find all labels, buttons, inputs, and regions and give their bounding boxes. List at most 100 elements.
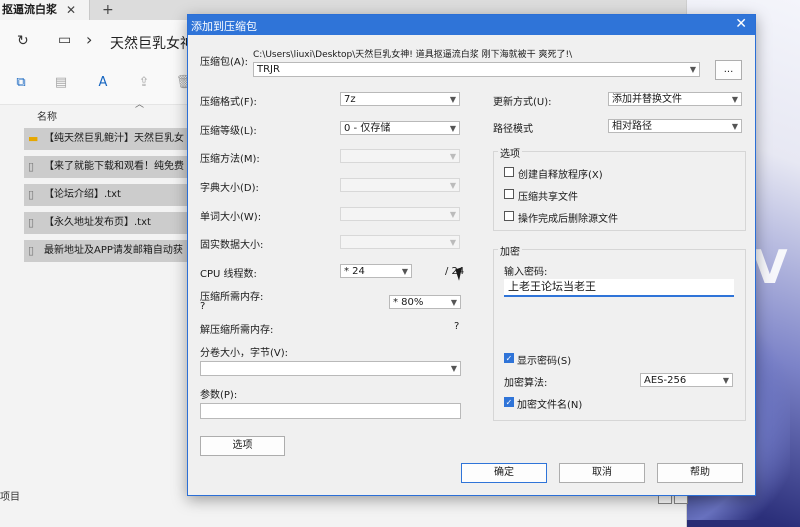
cpu-value: * 24 [344, 266, 365, 277]
method-select[interactable]: ▼ [340, 149, 460, 163]
chevron-down-icon: ▼ [449, 210, 456, 219]
format-select[interactable]: 7z ▼ [340, 92, 460, 106]
cpu-threads-select[interactable]: * 24 ▼ [340, 264, 412, 278]
encryption-method-select[interactable]: AES-256 ▼ [640, 373, 733, 387]
list-item[interactable]: ▬ 【纯天然巨乳鲍汁】天然巨乳女 [24, 128, 194, 150]
memory-value: * 80% [393, 297, 424, 308]
encryption-group-title: 加密 [498, 243, 522, 258]
dict-label: 字典大小(D): [200, 183, 259, 194]
word-select[interactable]: ▼ [340, 207, 460, 221]
decompress-memory-value: ? [454, 321, 460, 332]
params-label: 参数(P): [200, 390, 238, 401]
status-bar-text: 项目 [0, 492, 20, 503]
chevron-right-icon[interactable]: › [86, 30, 92, 49]
decompress-memory-label: 解压缩所需内存: [200, 325, 274, 336]
sort-arrow-icon: ︿ [135, 100, 145, 110]
sfx-checkbox[interactable] [504, 167, 514, 177]
delete-source-label[interactable]: 操作完成后删除源文件 [518, 210, 618, 225]
chevron-down-icon: ▼ [449, 181, 456, 190]
list-item[interactable]: ▯ 最新地址及APP请发邮箱自动获 [24, 240, 194, 262]
format-value: 7z [344, 94, 356, 105]
wallpaper-logo: V [752, 240, 788, 294]
list-item[interactable]: ▯ 【来了就能下载和观看！纯免费 [24, 156, 194, 178]
update-mode-select[interactable]: 添加并替换文件 ▼ [608, 92, 742, 106]
new-tab-icon[interactable]: + [102, 0, 114, 20]
file-icon: ▯ [28, 216, 35, 229]
dialog-title: 添加到压缩包 [191, 20, 257, 33]
shared-files-checkbox[interactable] [504, 189, 514, 199]
sfx-label[interactable]: 创建自释放程序(X) [518, 166, 603, 181]
memory-label: 压缩所需内存: [200, 292, 264, 303]
rename-icon[interactable]: A [94, 74, 112, 92]
file-icon: ▯ [28, 160, 35, 173]
delete-source-checkbox[interactable] [504, 211, 514, 221]
level-select[interactable]: 0 - 仅存储 ▼ [340, 121, 460, 135]
chevron-down-icon: ▼ [450, 298, 457, 307]
chevron-down-icon: ▼ [449, 95, 456, 104]
explorer-tab[interactable]: 抠逼流白浆 ✕ [0, 0, 90, 20]
tab-close-icon[interactable]: ✕ [66, 0, 76, 20]
share-icon[interactable]: ⇪ [135, 74, 153, 92]
copy-icon[interactable]: ⧉ [12, 74, 30, 92]
dict-select[interactable]: ▼ [340, 178, 460, 192]
show-password-checkbox[interactable]: ✓ [504, 353, 514, 363]
options-group-title: 选项 [498, 145, 522, 160]
method-label: 压缩方法(M): [200, 154, 260, 165]
chevron-down-icon: ▼ [449, 124, 456, 133]
list-item[interactable]: ▯ 【论坛介绍】.txt [24, 184, 194, 206]
file-name: 【纯天然巨乳鲍汁】天然巨乳女 [44, 133, 184, 144]
memory-usage-select[interactable]: * 80% ▼ [389, 295, 461, 309]
options-button[interactable]: 选项 [200, 436, 285, 456]
solid-label: 固实数据大小: [200, 240, 264, 251]
path-mode-label: 路径模式 [493, 124, 533, 135]
memory-question: ? [200, 301, 206, 312]
paste-icon[interactable]: ▤ [52, 74, 70, 92]
shared-files-label[interactable]: 压缩共享文件 [518, 188, 578, 203]
update-mode-value: 添加并替换文件 [612, 94, 682, 105]
help-button[interactable]: 帮助 [657, 463, 743, 483]
password-label: 输入密码: [504, 267, 548, 278]
archive-label: 压缩包(A): [200, 57, 249, 68]
chevron-down-icon[interactable]: ▼ [690, 63, 696, 77]
dialog-titlebar[interactable]: 添加到压缩包 ✕ [188, 15, 755, 35]
split-volume-label: 分卷大小，字节(V): [200, 348, 289, 359]
file-name: 【来了就能下载和观看！纯免费 [44, 161, 184, 172]
password-input[interactable]: 上老王论坛当老王 [504, 279, 734, 297]
solid-select[interactable]: ▼ [340, 235, 460, 249]
archive-name-combobox[interactable]: TRJR ▼ [253, 62, 700, 77]
chevron-down-icon: ▼ [449, 152, 456, 161]
close-icon[interactable]: ✕ [735, 16, 747, 32]
level-label: 压缩等级(L): [200, 126, 257, 137]
folder-icon: ▬ [28, 132, 39, 145]
column-header-name[interactable]: 名称 [37, 108, 57, 123]
add-to-archive-dialog: 添加到压缩包 ✕ 压缩包(A): C:\Users\liuxi\Desktop\… [187, 14, 756, 496]
encrypt-filenames-label[interactable]: 加密文件名(N) [517, 396, 582, 411]
file-name: 【永久地址发布页】.txt [44, 217, 151, 228]
chevron-down-icon: ▼ [731, 122, 738, 131]
cpu-label: CPU 线程数: [200, 269, 257, 280]
encryption-method-value: AES-256 [644, 375, 687, 386]
file-name: 【论坛介绍】.txt [44, 189, 121, 200]
level-value: 0 - 仅存储 [344, 123, 391, 134]
list-item[interactable]: ▯ 【永久地址发布页】.txt [24, 212, 194, 234]
refresh-icon[interactable]: ↻ [17, 33, 29, 49]
file-icon: ▯ [28, 188, 35, 201]
monitor-icon[interactable]: ▭ [58, 32, 71, 48]
chevron-down-icon: ▼ [450, 364, 457, 373]
ok-button[interactable]: 确定 [461, 463, 547, 483]
show-password-label[interactable]: 显示密码(S) [517, 352, 571, 367]
chevron-down-icon: ▼ [731, 95, 738, 104]
update-mode-label: 更新方式(U): [493, 97, 552, 108]
params-input[interactable] [200, 403, 461, 419]
chevron-down-icon: ▼ [449, 238, 456, 247]
encrypt-filenames-checkbox[interactable]: ✓ [504, 397, 514, 407]
cancel-button[interactable]: 取消 [559, 463, 645, 483]
file-name: 最新地址及APP请发邮箱自动获 [44, 245, 183, 256]
file-icon: ▯ [28, 244, 35, 257]
path-mode-value: 相对路径 [612, 121, 652, 132]
path-mode-select[interactable]: 相对路径 ▼ [608, 119, 742, 133]
split-volume-combobox[interactable]: ▼ [200, 361, 461, 376]
tab-title: 抠逼流白浆 [2, 3, 57, 16]
browse-button[interactable]: ... [715, 60, 742, 80]
file-list: ▬ 【纯天然巨乳鲍汁】天然巨乳女 ▯ 【来了就能下载和观看！纯免费 ▯ 【论坛介… [24, 128, 194, 268]
